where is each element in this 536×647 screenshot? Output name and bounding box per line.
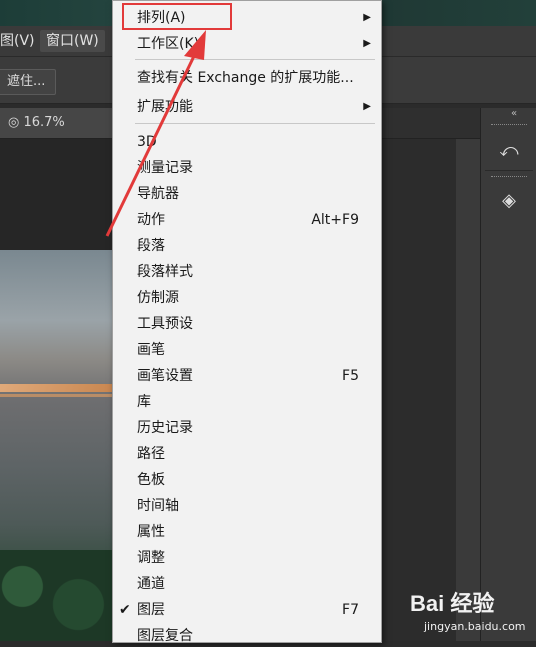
menu-window[interactable]: 窗口(W) xyxy=(40,30,105,52)
menu-item-clone-source[interactable]: 仿制源 xyxy=(137,287,373,309)
menu-item-label: 画笔设置 xyxy=(137,368,193,384)
menu-view[interactable]: 图(V) xyxy=(0,30,41,52)
panel-grip[interactable] xyxy=(491,124,527,128)
menu-item-label: 调整 xyxy=(137,550,165,566)
menu-item-navigator[interactable]: 导航器 xyxy=(137,183,373,205)
menu-item-label: 扩展功能 xyxy=(137,99,193,115)
3d-panel-icon[interactable]: ◈ xyxy=(489,184,529,218)
menu-item-label: 动作 xyxy=(137,212,165,228)
menu-item-brush-settings[interactable]: 画笔设置 F5 xyxy=(137,365,373,387)
baidu-watermark: Bai 经验 jingyan.baidu.com xyxy=(410,586,534,638)
submenu-arrow-icon: ▶ xyxy=(363,12,371,23)
menu-item-layer-comps[interactable]: 图层复合 xyxy=(137,625,373,647)
document-tab[interactable]: ◎ 16.7%(RGB/8*) xyxy=(0,108,112,160)
baidu-logo: Bai 经验 xyxy=(410,591,495,616)
menu-item-paragraph-styles[interactable]: 段落样式 xyxy=(137,261,373,283)
menu-item-label: 查找有关 Exchange 的扩展功能... xyxy=(137,70,354,86)
menu-item-extensions[interactable]: 扩展功能 ▶ xyxy=(137,96,373,118)
menu-item-label: 时间轴 xyxy=(137,498,179,514)
menu-item-label: 段落 xyxy=(137,238,165,254)
menu-item-brushes[interactable]: 画笔 xyxy=(137,339,373,361)
water-reflection xyxy=(0,394,112,397)
menu-item-label: 属性 xyxy=(137,524,165,540)
menu-separator xyxy=(135,59,375,60)
menu-item-workspace[interactable]: 工作区(K) ▶ xyxy=(137,33,373,55)
canvas-pasteboard xyxy=(380,139,480,641)
menu-item-label: 历史记录 xyxy=(137,420,193,436)
menu-item-label: 路径 xyxy=(137,446,165,462)
menu-item-label: 图层复合 xyxy=(137,628,193,644)
right-panel-dock: « ⤺ ◈ xyxy=(480,108,536,641)
document-photo xyxy=(0,250,112,641)
menu-item-swatches[interactable]: 色板 xyxy=(137,469,373,491)
menu-item-label: 测量记录 xyxy=(137,160,193,176)
menu-separator xyxy=(135,123,375,124)
menu-item-label: 工作区(K) xyxy=(137,36,200,52)
collapse-panels-icon[interactable]: « xyxy=(511,108,517,119)
menu-item-label: 工具预设 xyxy=(137,316,193,332)
menu-item-actions[interactable]: 动作 Alt+F9 xyxy=(137,209,373,231)
window-menu-dropdown: 排列(A) ▶ 工作区(K) ▶ 查找有关 Exchange 的扩展功能... 扩展… xyxy=(112,0,382,644)
history-panel-icon[interactable]: ⤺ xyxy=(489,134,529,168)
menu-item-channels[interactable]: 通道 xyxy=(137,573,373,595)
menu-item-3d[interactable]: 3D xyxy=(137,131,373,153)
menu-item-label: 色板 xyxy=(137,472,165,488)
panel-divider xyxy=(485,170,533,171)
menu-item-timeline[interactable]: 时间轴 xyxy=(137,495,373,517)
menu-item-libraries[interactable]: 库 xyxy=(137,391,373,413)
menu-item-measurement-log[interactable]: 测量记录 xyxy=(137,157,373,179)
shortcut-label: F5 xyxy=(342,368,359,384)
menu-item-label: 图层 xyxy=(137,602,165,618)
menu-item-paths[interactable]: 路径 xyxy=(137,443,373,465)
submenu-arrow-icon: ▶ xyxy=(363,38,371,49)
menu-item-label: 库 xyxy=(137,394,151,410)
checkmark-icon: ✔ xyxy=(119,602,131,618)
panel-grip[interactable] xyxy=(491,176,527,180)
submenu-arrow-icon: ▶ xyxy=(363,101,371,112)
shortcut-label: F7 xyxy=(342,602,359,618)
menu-item-label: 段落样式 xyxy=(137,264,193,280)
menu-item-find-exchange[interactable]: 查找有关 Exchange 的扩展功能... xyxy=(137,67,373,89)
menu-item-paragraph[interactable]: 段落 xyxy=(137,235,373,257)
watermark-url: jingyan.baidu.com xyxy=(424,620,526,633)
menu-item-tool-presets[interactable]: 工具预设 xyxy=(137,313,373,335)
menu-item-label: 3D xyxy=(137,134,157,150)
menu-item-layers[interactable]: ✔ 图层 F7 xyxy=(119,599,373,621)
shortcut-label: Alt+F9 xyxy=(311,212,359,228)
annotation-highlight-box xyxy=(122,3,232,30)
menu-item-history[interactable]: 历史记录 xyxy=(137,417,373,439)
foreground-trees xyxy=(0,550,112,641)
menu-item-label: 导航器 xyxy=(137,186,179,202)
menu-item-adjustments[interactable]: 调整 xyxy=(137,547,373,569)
menu-item-properties[interactable]: 属性 xyxy=(137,521,373,543)
menu-item-label: 仿制源 xyxy=(137,290,179,306)
bridge-lights xyxy=(0,384,112,392)
menu-item-label: 画笔 xyxy=(137,342,165,358)
menu-item-label: 通道 xyxy=(137,576,165,592)
select-and-mask-button[interactable]: 遮住... xyxy=(0,69,57,95)
